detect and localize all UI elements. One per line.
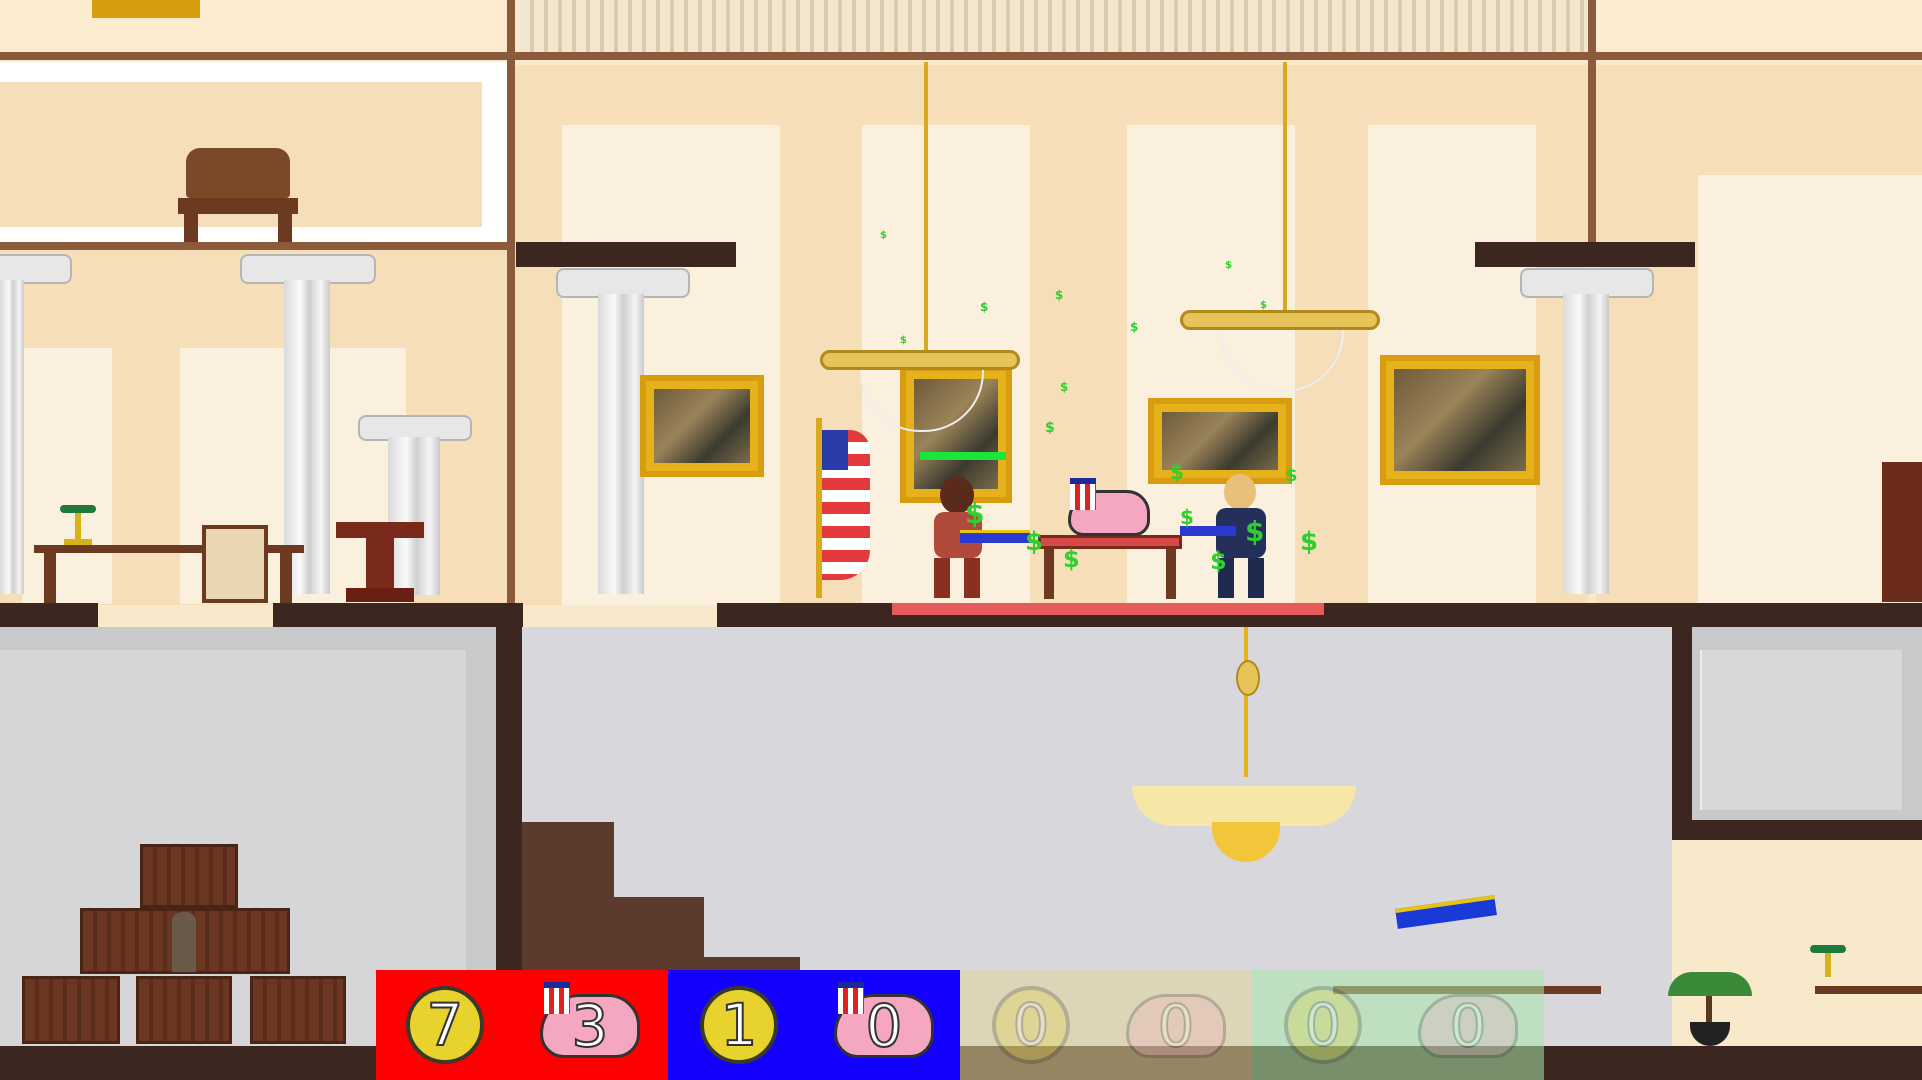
crate — [250, 976, 346, 1044]
basement-wall — [1672, 627, 1692, 839]
uncle-sam-hat-icon — [1070, 478, 1096, 510]
dollar-particle-icon: $ — [880, 230, 887, 241]
dollar-coin-icon — [1236, 660, 1260, 696]
desk — [1815, 986, 1922, 994]
table — [1038, 535, 1182, 549]
painting — [640, 375, 764, 477]
dollar-particle-icon: $ — [965, 497, 985, 530]
wall-divider — [1588, 0, 1596, 245]
dollar-particle-icon: $ — [900, 335, 907, 346]
team4-coin-count: 0 — [1304, 990, 1343, 1060]
hidden-player-face — [172, 912, 196, 972]
wall-panel — [562, 125, 780, 605]
painting-frame-top — [92, 0, 200, 18]
dollar-particle-icon: $ — [1170, 460, 1184, 484]
cornice — [1475, 242, 1695, 267]
red-carpet — [892, 603, 1324, 615]
team3-score-panel: 0 0 — [960, 970, 1252, 1080]
ledge — [0, 242, 510, 250]
dollar-coin-icon: 0 — [992, 986, 1070, 1064]
dollar-particle-icon: $ — [980, 300, 989, 314]
basement-ledge — [1672, 820, 1922, 840]
upper-floor-ledge — [0, 52, 1922, 60]
column — [1563, 294, 1609, 594]
palm-plant — [1668, 972, 1752, 1046]
dollar-particle-icon: $ — [1285, 465, 1298, 486]
desk-lamp — [60, 505, 96, 545]
team2-score-panel: 1 0 — [668, 970, 960, 1080]
player-character-team2 — [1212, 474, 1274, 598]
team1-pig-count: 3 — [571, 992, 610, 1060]
column — [598, 294, 644, 594]
player-health-bar — [920, 452, 1006, 460]
bench — [178, 148, 298, 242]
crate — [22, 976, 120, 1044]
chandelier — [820, 350, 1020, 432]
team1-coin-count: 7 — [426, 990, 465, 1060]
column — [0, 280, 24, 594]
chandelier-chain — [1283, 62, 1287, 312]
dollar-particle-icon: $ — [1060, 380, 1069, 394]
desk-lamp — [1810, 945, 1846, 983]
team3-pig-count: 0 — [1157, 992, 1196, 1060]
uncle-sam-hat-icon — [838, 982, 864, 1014]
window — [1700, 650, 1902, 810]
ceiling-lamp — [1132, 786, 1356, 826]
american-flag-icon — [822, 430, 870, 580]
team3-coin-count: 0 — [1012, 990, 1051, 1060]
dollar-coin-icon: 0 — [1284, 986, 1362, 1064]
piggy-bank-uncle-sam-hat-icon: 0 — [1126, 994, 1226, 1058]
team4-pig-count: 0 — [1449, 992, 1488, 1060]
dollar-coin-icon: 1 — [700, 986, 778, 1064]
dollar-coin-icon: 7 — [406, 986, 484, 1064]
dollar-particle-icon: $ — [1130, 320, 1139, 334]
dollar-particle-icon: $ — [1245, 515, 1265, 548]
sniper-rifle-icon — [960, 530, 1030, 543]
crate — [136, 976, 232, 1044]
chandelier-chain — [1244, 627, 1248, 777]
painting — [1380, 355, 1540, 485]
table-leg — [1044, 549, 1054, 599]
wall-panel — [22, 348, 112, 604]
crate — [140, 844, 238, 908]
floor-segment — [0, 603, 98, 627]
team2-pig-count: 0 — [865, 992, 904, 1060]
chandelier — [1180, 310, 1380, 392]
dollar-particle-icon: $ — [1055, 288, 1064, 302]
dollar-particle-icon: $ — [1025, 527, 1044, 557]
desk-leg — [44, 553, 56, 603]
floor-segment — [273, 603, 523, 627]
dollar-particle-icon: $ — [1180, 505, 1194, 529]
dollar-particle-icon: $ — [1045, 420, 1055, 436]
desk-leg — [280, 553, 292, 603]
dollar-particle-icon: $ — [1300, 527, 1319, 557]
chair — [202, 525, 268, 603]
uncle-sam-hat-icon — [544, 982, 570, 1014]
dresser — [1882, 462, 1922, 602]
piggy-bank-uncle-sam-hat-icon: 0 — [1418, 994, 1518, 1058]
dollar-particle-icon: $ — [1210, 547, 1227, 575]
wall-divider — [507, 0, 515, 610]
team1-score-panel: 7 3 — [376, 970, 668, 1080]
game-scene: $ $ $ $ $ $ $ $ $ $ $ $ $ $ $ $ $ $ 7 3 … — [0, 0, 1922, 1080]
team2-coin-count: 1 — [720, 990, 759, 1060]
team4-score-panel: 0 0 — [1252, 970, 1544, 1080]
table-leg — [1166, 549, 1176, 599]
chandelier-chain — [924, 62, 928, 352]
lectern — [336, 522, 424, 602]
cornice — [516, 242, 736, 267]
dollar-particle-icon: $ — [1260, 300, 1267, 311]
dollar-particle-icon: $ — [1063, 545, 1080, 573]
balustrade — [520, 0, 1590, 52]
dollar-particle-icon: $ — [1225, 260, 1232, 271]
